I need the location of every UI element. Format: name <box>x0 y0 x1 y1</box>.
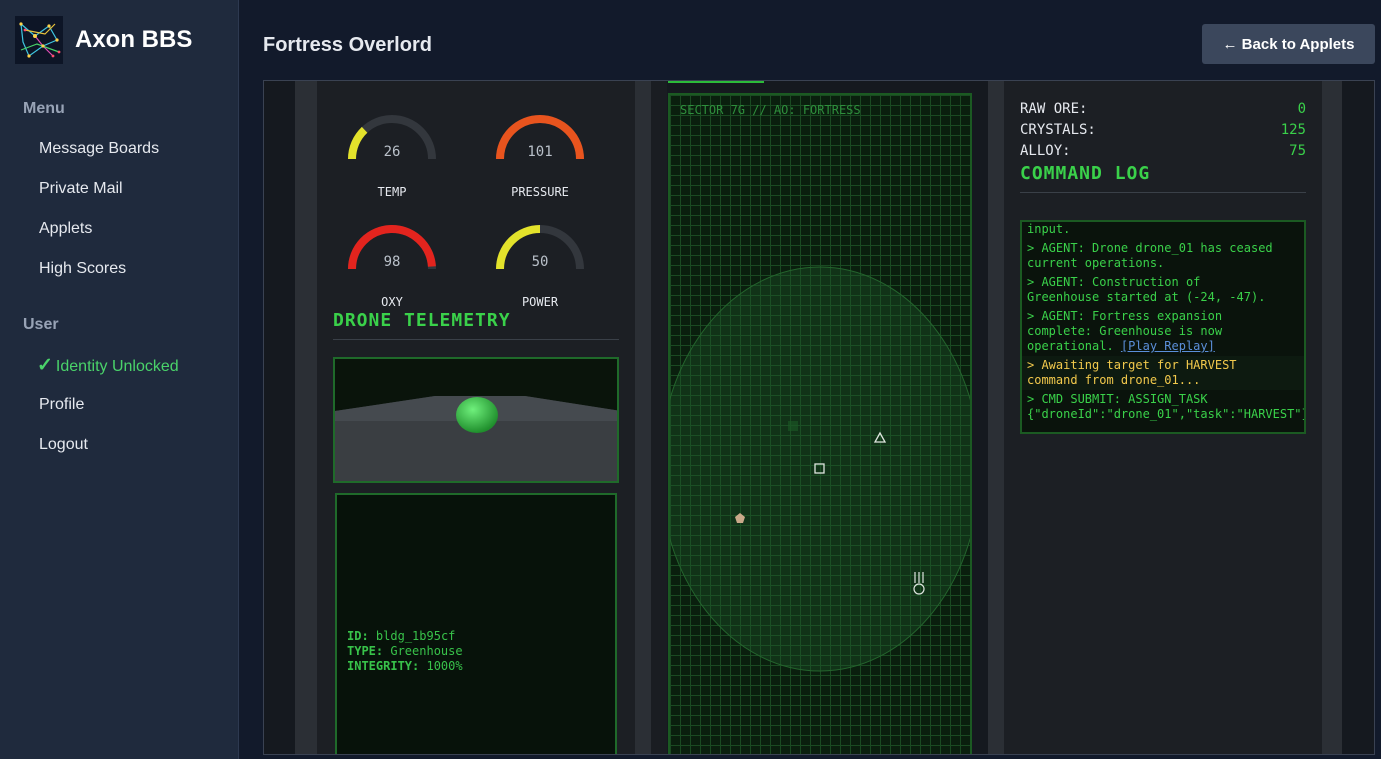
nav-high-scores[interactable]: High Scores <box>39 260 126 278</box>
log-entry-with-replay: > AGENT: Fortress expansion complete: Gr… <box>1027 309 1304 354</box>
user-section-title: User <box>23 316 59 333</box>
resource-raw-ore: RAW ORE: 0 <box>1020 101 1306 117</box>
pressure-value: 101 <box>527 144 553 160</box>
drone-type-line: TYPE: Greenhouse <box>347 644 463 658</box>
map-overlay <box>670 266 970 672</box>
drone-viewport <box>333 357 619 483</box>
log-entry: > AGENT: Drone drone_01 has ceased curre… <box>1027 241 1273 270</box>
nav-profile[interactable]: Profile <box>39 396 84 414</box>
drone-id-line: ID: bldg_1b95cf <box>347 629 455 643</box>
right-rail-inner <box>988 81 1004 754</box>
check-icon: ✓ <box>37 355 53 376</box>
divider <box>333 339 619 340</box>
greenhouse-dome-icon[interactable] <box>456 397 498 433</box>
drone-telemetry-title: DRONE TELEMETRY <box>333 310 511 331</box>
command-log-title: COMMAND LOG <box>1020 163 1151 184</box>
back-to-applets-button[interactable]: ← Back to Applets <box>1202 24 1375 64</box>
menu-section-title: Menu <box>23 100 65 117</box>
map-rail <box>651 81 667 754</box>
app-name: Axon BBS <box>75 26 193 53</box>
alloy-value: 75 <box>1289 143 1306 159</box>
map-tab-indicator <box>668 81 764 83</box>
pressure-gauge: 101 PRESSURE <box>492 111 588 199</box>
brand[interactable]: Axon BBS <box>15 16 192 64</box>
oxy-label: OXY <box>381 295 403 309</box>
nav-logout[interactable]: Logout <box>39 436 88 454</box>
power-label: POWER <box>521 295 559 309</box>
log-entry: > AGENT: Construction of Greenhouse star… <box>1027 275 1266 304</box>
log-entry-pending: > Awaiting target for HARVEST command fr… <box>1022 356 1304 390</box>
nav-applets[interactable]: Applets <box>39 220 92 238</box>
identity-label: Identity Unlocked <box>55 358 179 375</box>
sidebar: Axon BBS Menu Message Boards Private Mai… <box>0 0 239 759</box>
raw-ore-value: 0 <box>1297 101 1306 117</box>
left-rail <box>295 81 317 754</box>
nav-message-boards[interactable]: Message Boards <box>39 140 159 158</box>
left-rail-inner <box>635 81 651 754</box>
axon-logo-icon <box>15 16 63 64</box>
oxy-value: 98 <box>383 254 401 270</box>
temp-value: 26 <box>383 144 401 160</box>
drone-type-value: Greenhouse <box>390 644 463 658</box>
alloy-label: ALLOY: <box>1020 143 1071 159</box>
page-title: Fortress Overlord <box>263 34 432 56</box>
divider <box>1020 192 1306 193</box>
right-rail <box>1322 81 1342 754</box>
drone-id-label: ID: <box>347 629 369 643</box>
drone-integrity-line: INTEGRITY: 1000% <box>347 659 463 673</box>
log-entry-submit: > CMD SUBMIT: ASSIGN_TASK {"droneId":"dr… <box>1027 392 1306 421</box>
crystals-value: 125 <box>1280 122 1306 138</box>
nav-private-mail[interactable]: Private Mail <box>39 180 123 198</box>
drone-scene <box>335 396 617 481</box>
drone-info-panel: ID: bldg_1b95cf TYPE: Greenhouse INTEGRI… <box>335 493 617 754</box>
temp-label: TEMP <box>377 185 407 199</box>
power-value: 50 <box>531 254 549 270</box>
temp-gauge: 26 TEMP <box>344 111 440 199</box>
resource-crystals: CRYSTALS: 125 <box>1020 122 1306 138</box>
pressure-label: PRESSURE <box>511 185 569 199</box>
command-log[interactable]: input. > AGENT: Drone drone_01 has cease… <box>1020 220 1306 434</box>
sector-map[interactable]: SECTOR 7G // AO: FORTRESS <box>668 93 972 754</box>
power-gauge: 50 POWER <box>492 221 588 309</box>
drone-id-value: bldg_1b95cf <box>375 629 456 643</box>
resource-alloy: ALLOY: 75 <box>1020 143 1306 159</box>
nav-identity[interactable]: ✓ Identity Unlocked <box>37 354 179 377</box>
applet-frame: 26 TEMP 101 PRESSURE 98 OXY 50 POWER DRO… <box>263 80 1375 755</box>
oxy-gauge: 98 OXY <box>344 221 440 309</box>
raw-ore-label: RAW ORE: <box>1020 101 1088 117</box>
log-entry: input. <box>1027 222 1071 236</box>
drone-type-label: TYPE: <box>347 644 384 658</box>
drone-integrity-label: INTEGRITY: <box>347 659 420 673</box>
play-replay-link[interactable]: [Play Replay] <box>1121 339 1215 353</box>
crystals-label: CRYSTALS: <box>1020 122 1096 138</box>
drone-integrity-value: 1000% <box>426 659 463 673</box>
